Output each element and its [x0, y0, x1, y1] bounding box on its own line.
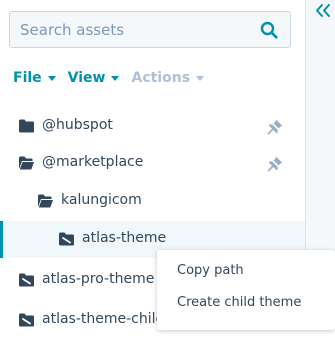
- tree-item-marketplace[interactable]: @marketplace: [0, 145, 305, 182]
- copy-path-menu-item[interactable]: Copy path: [157, 255, 335, 287]
- create-child-theme-menu-item[interactable]: Create child theme: [157, 287, 335, 319]
- tree-item-label: @marketplace: [42, 154, 144, 170]
- actions-menu-label: Actions: [131, 70, 191, 86]
- search-icon[interactable]: [260, 21, 278, 39]
- search-input[interactable]: [10, 12, 250, 47]
- tree-item-label: atlas-theme: [82, 230, 167, 246]
- view-menu-label: View: [67, 70, 106, 86]
- context-menu: Copy path Create child theme: [157, 250, 335, 330]
- theme-folder-icon: [19, 313, 34, 327]
- tree-item-hubspot[interactable]: @hubspot: [0, 108, 305, 145]
- unpin-icon[interactable]: [267, 118, 284, 135]
- tree-item-kalungicom[interactable]: kalungicom: [0, 183, 305, 220]
- file-menu-label: File: [13, 70, 42, 86]
- chevron-down-icon: [111, 76, 120, 81]
- theme-folder-icon: [19, 273, 34, 287]
- folder-open-icon: [38, 194, 53, 208]
- folder-icon: [19, 119, 34, 133]
- tree-item-label: @hubspot: [42, 117, 113, 133]
- collapse-sidebar-icon[interactable]: [314, 3, 332, 19]
- tree-item-label: atlas-pro-theme: [42, 271, 155, 287]
- actions-menu: Actions: [131, 70, 205, 86]
- chevron-down-icon: [47, 76, 56, 81]
- folder-open-icon: [19, 156, 34, 170]
- file-menu[interactable]: File: [13, 70, 56, 86]
- theme-folder-icon: [59, 232, 74, 246]
- unpin-icon[interactable]: [267, 155, 284, 172]
- tree-item-label: atlas-theme-child: [42, 311, 165, 327]
- menu-bar: File View Actions: [13, 68, 216, 88]
- tree-item-label: kalungicom: [61, 192, 142, 208]
- chevron-down-icon: [196, 76, 205, 81]
- search-box: [9, 11, 291, 48]
- view-menu[interactable]: View: [68, 70, 120, 86]
